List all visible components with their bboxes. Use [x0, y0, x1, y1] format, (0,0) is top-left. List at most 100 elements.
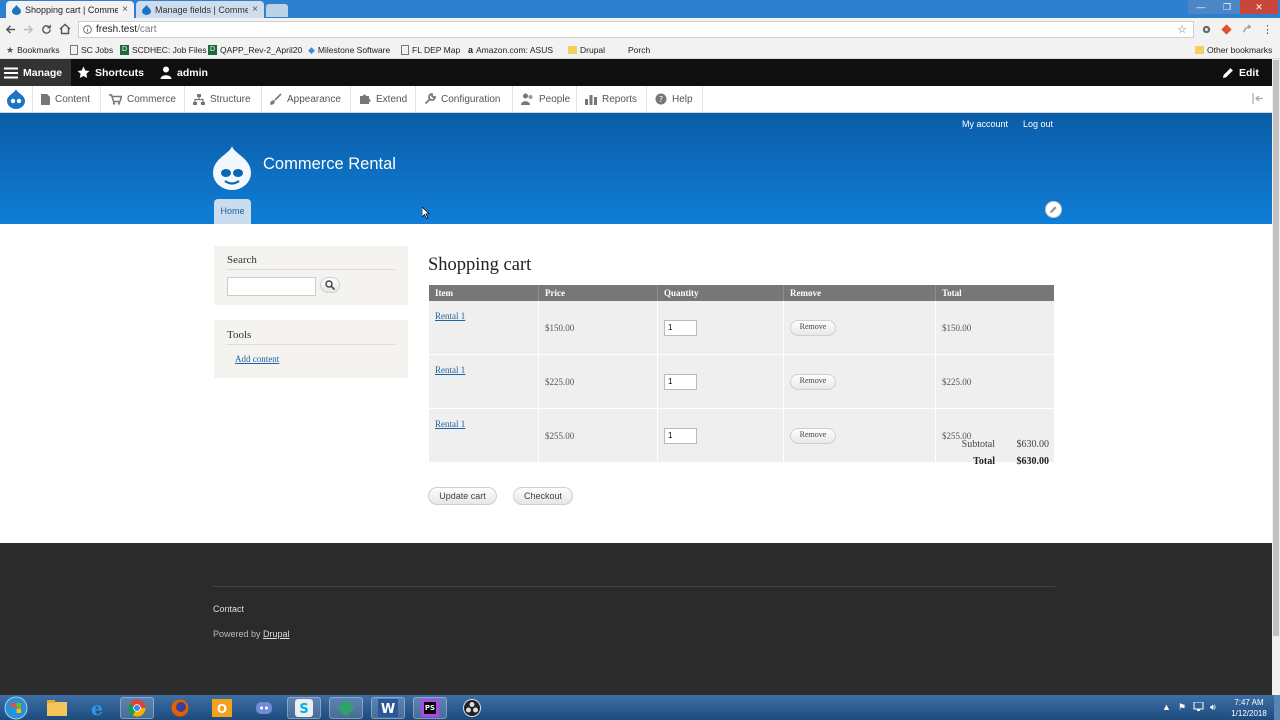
svg-text:W: W	[381, 702, 395, 717]
bookmark-item[interactable]: ★ Bookmarks	[6, 44, 60, 56]
add-content-link[interactable]: Add content	[235, 354, 279, 364]
menu-commerce[interactable]: Commerce	[101, 86, 185, 112]
action-center-flag-icon[interactable]: ⚑	[1178, 702, 1186, 713]
network-icon[interactable]	[1193, 702, 1204, 712]
chrome-icon[interactable]	[120, 697, 154, 719]
search-icon	[325, 280, 335, 290]
minimize-button[interactable]: —	[1188, 0, 1214, 14]
item-link[interactable]: Rental 1	[435, 365, 465, 375]
admin-toolbar: Manage Shortcuts admin Edit	[0, 59, 1280, 86]
bookmark-item[interactable]: Porch	[616, 44, 650, 56]
people-icon	[521, 93, 534, 105]
menu-content[interactable]: Content	[33, 86, 101, 112]
forward-icon[interactable]	[23, 24, 34, 35]
menu-help[interactable]: ? Help	[647, 86, 703, 112]
drupal-link[interactable]: Drupal	[263, 629, 290, 639]
internet-explorer-icon[interactable]: e	[80, 697, 114, 719]
remove-button[interactable]: Remove	[790, 373, 836, 390]
d-icon: D	[208, 45, 217, 55]
log-out-link[interactable]: Log out	[1023, 119, 1053, 129]
total-cell: $255.00	[935, 408, 1054, 463]
my-account-link[interactable]: My account	[962, 119, 1008, 129]
tab-title: Shopping cart | Comme	[25, 4, 119, 15]
extension-arrow-icon[interactable]	[1242, 24, 1253, 35]
toolbar-manage[interactable]: Manage	[0, 59, 71, 86]
site-logo[interactable]	[213, 146, 251, 190]
remove-button[interactable]: Remove	[790, 319, 836, 336]
skype-icon[interactable]: S	[287, 697, 321, 719]
search-input[interactable]	[227, 277, 316, 296]
tab-close-icon[interactable]: ×	[122, 4, 128, 15]
contextual-edit-icon[interactable]	[1045, 201, 1062, 218]
new-tab-button[interactable]	[266, 4, 288, 17]
volume-icon[interactable]: 🔊︎	[1210, 702, 1216, 713]
browser-tab-shopping-cart[interactable]: Shopping cart | Comme ×	[6, 1, 134, 18]
discord-icon[interactable]	[247, 697, 281, 719]
total-label: Total	[973, 456, 995, 467]
quantity-cell	[657, 354, 784, 409]
quantity-input[interactable]	[664, 427, 697, 444]
quantity-input[interactable]	[664, 373, 697, 390]
bookmark-item[interactable]: FL DEP Map	[401, 44, 460, 56]
browser-tab-manage-fields[interactable]: Manage fields | Comme ×	[136, 1, 264, 18]
close-window-button[interactable]: ✕	[1240, 0, 1278, 14]
bookmark-item[interactable]: D QAPP_Rev-2_April20	[208, 44, 302, 56]
reload-icon[interactable]	[41, 24, 52, 35]
svg-text:PS: PS	[425, 704, 435, 712]
footer-divider	[213, 586, 1055, 587]
chrome-menu-icon[interactable]: ⋮	[1262, 23, 1273, 36]
toolbar-user[interactable]: admin	[160, 59, 208, 86]
menu-reports[interactable]: Reports	[577, 86, 647, 112]
system-clock[interactable]: 7:47 AM 1/12/2018	[1226, 697, 1272, 719]
update-cart-button[interactable]: Update cart	[428, 487, 497, 505]
quantity-input[interactable]	[664, 319, 697, 336]
tools-block: Tools Add content	[214, 320, 408, 378]
extension-git-icon[interactable]	[1221, 24, 1232, 35]
show-hidden-icons-icon[interactable]: ▲	[1162, 702, 1171, 712]
word-icon[interactable]: W	[371, 697, 405, 719]
toolbar-edit[interactable]: Edit	[1222, 59, 1259, 86]
maximize-button[interactable]: ❐	[1214, 0, 1240, 14]
phpstorm-icon[interactable]: PS	[413, 697, 447, 719]
outlook-icon[interactable]: O	[205, 697, 239, 719]
file-explorer-icon[interactable]	[40, 697, 74, 719]
bookmark-item[interactable]: ◆ Milestone Software	[308, 44, 390, 56]
home-icon[interactable]	[59, 23, 71, 35]
firefox-icon[interactable]	[163, 697, 197, 719]
contact-link[interactable]: Contact	[213, 604, 244, 614]
total-value: $630.00	[1016, 456, 1050, 467]
back-icon[interactable]	[5, 24, 16, 35]
gitkraken-icon[interactable]	[329, 697, 363, 719]
bookmark-star-icon[interactable]: ☆	[1177, 23, 1187, 38]
item-cell: Rental 1	[429, 354, 539, 409]
menu-extend[interactable]: Extend	[351, 86, 416, 112]
checkout-button[interactable]: Checkout	[513, 487, 573, 505]
nav-home[interactable]: Home	[214, 199, 251, 224]
drupal-logo-icon[interactable]	[0, 86, 33, 112]
menu-configuration[interactable]: Configuration	[416, 86, 513, 112]
bookmark-item[interactable]: a Amazon.com: ASUS	[468, 44, 553, 56]
bookmark-item[interactable]: D SCDHEC: Job Files	[120, 44, 207, 56]
clock-time: 7:47 AM	[1234, 698, 1264, 707]
obs-icon[interactable]	[455, 697, 489, 719]
menu-people[interactable]: People	[513, 86, 577, 112]
extension-gear-icon[interactable]	[1201, 24, 1212, 35]
bookmark-item[interactable]: Drupal	[568, 44, 605, 56]
search-button[interactable]	[320, 277, 340, 293]
toolbar-shortcuts[interactable]: Shortcuts	[77, 59, 144, 86]
info-icon[interactable]	[83, 25, 92, 34]
tray-orientation-icon[interactable]	[1252, 93, 1264, 104]
site-name[interactable]: Commerce Rental	[263, 155, 396, 174]
windows-start-icon[interactable]	[2, 696, 30, 720]
scrollbar-thumb[interactable]	[1273, 60, 1279, 636]
item-link[interactable]: Rental 1	[435, 311, 465, 321]
tab-close-icon[interactable]: ×	[252, 4, 258, 15]
show-desktop-button[interactable]	[1274, 695, 1280, 720]
menu-structure[interactable]: Structure	[185, 86, 262, 112]
bookmark-item[interactable]: SC Jobs	[70, 44, 113, 56]
other-bookmarks[interactable]: Other bookmarks	[1195, 44, 1272, 56]
item-link[interactable]: Rental 1	[435, 419, 465, 429]
menu-appearance[interactable]: Appearance	[262, 86, 351, 112]
address-bar[interactable]: fresh.test/cart ☆	[78, 21, 1194, 38]
remove-button[interactable]: Remove	[790, 427, 836, 444]
